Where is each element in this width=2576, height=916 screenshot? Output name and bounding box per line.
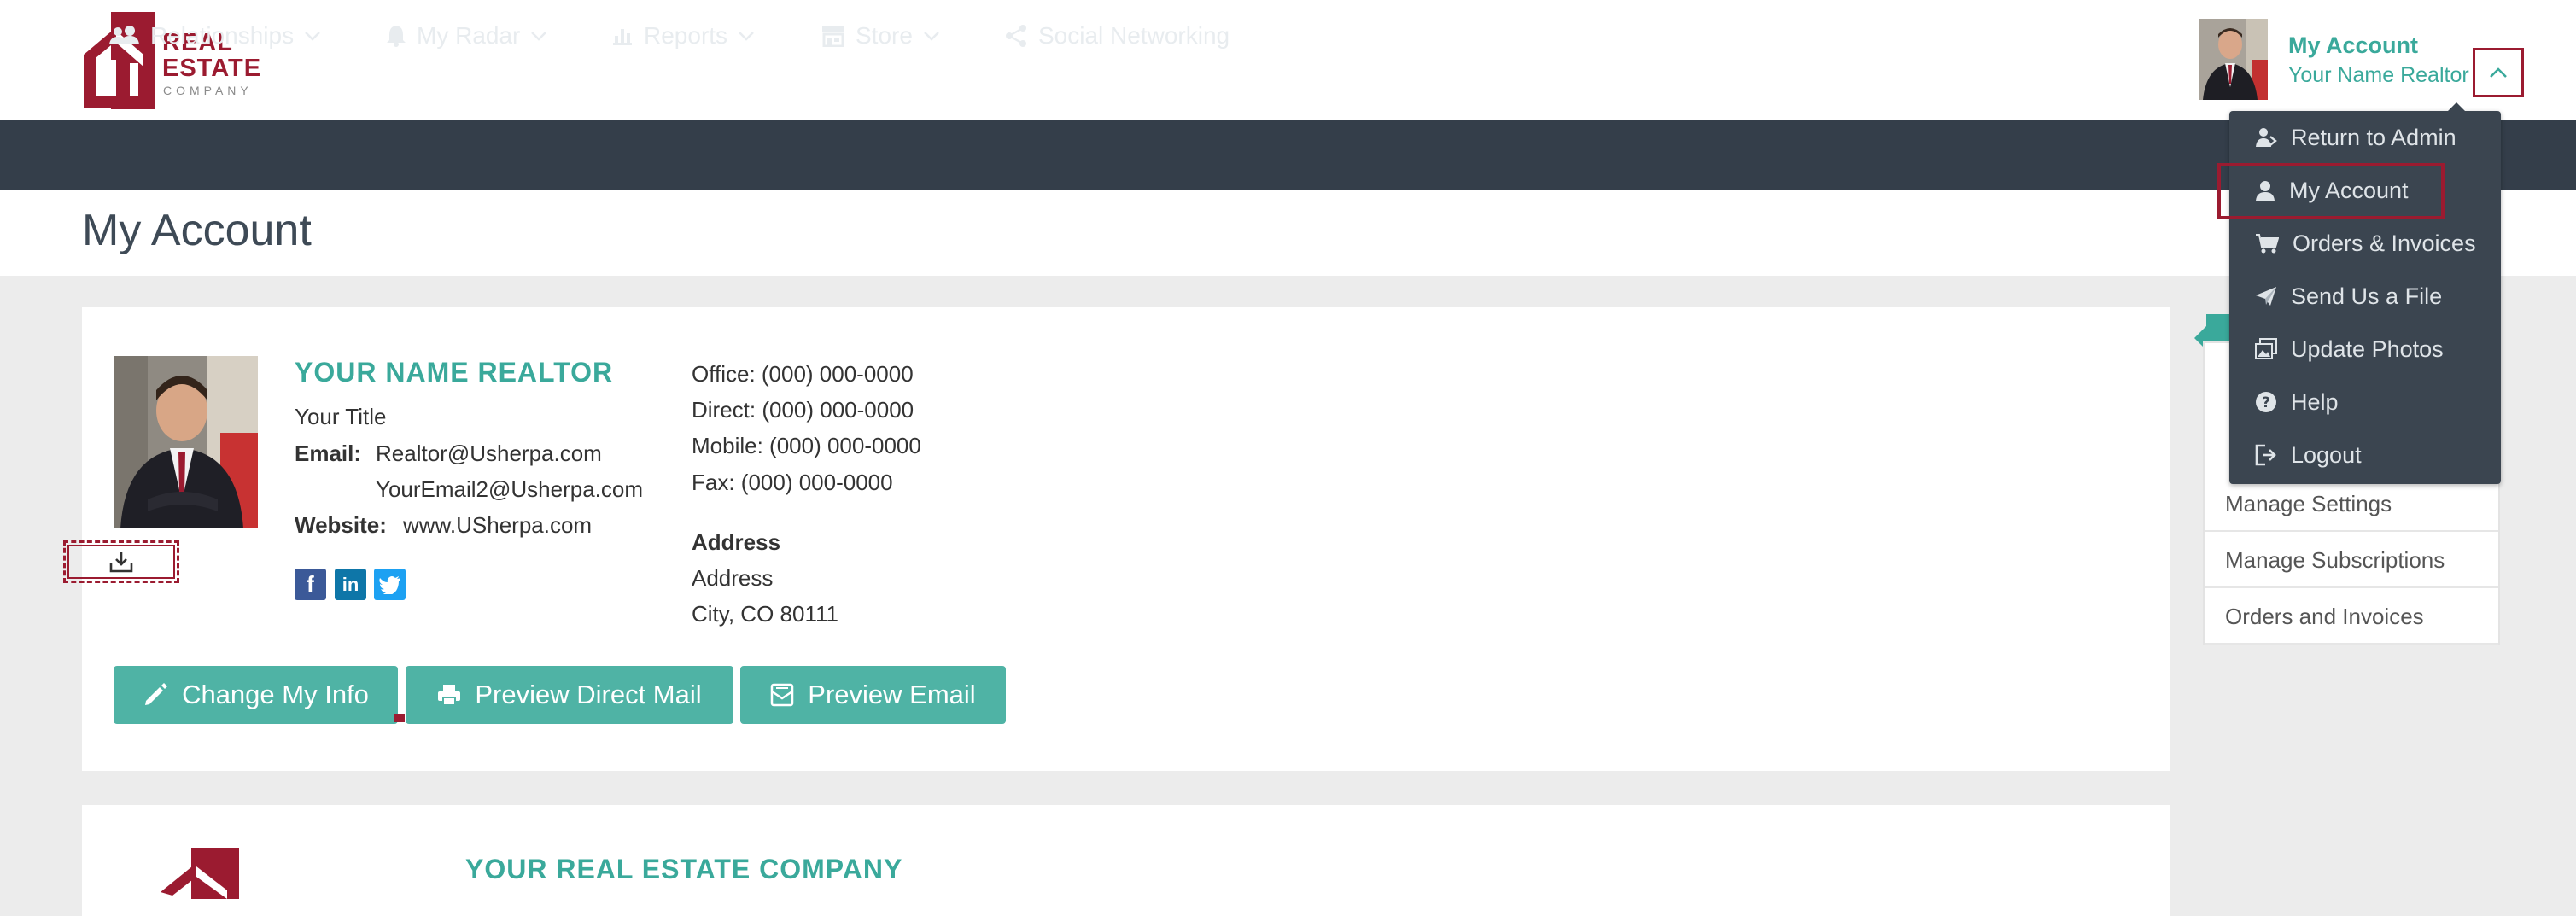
main-nav xyxy=(0,120,2576,190)
side-item-orders-and-invoices[interactable]: Orders and Invoices xyxy=(2205,590,2498,645)
menu-item-label: Send Us a File xyxy=(2291,283,2443,309)
pencil-icon xyxy=(145,683,168,705)
download-photo-button[interactable] xyxy=(63,540,179,583)
nav-reports-label: Reports xyxy=(644,21,728,49)
nav-social-networking[interactable]: Social Networking xyxy=(1004,0,1230,71)
nav-relationships-label: Relationships xyxy=(150,21,295,49)
email-secondary[interactable]: YourEmail2@Usherpa.com xyxy=(376,476,643,503)
linkedin-icon[interactable]: in xyxy=(335,569,366,600)
nav-reports[interactable]: Reports xyxy=(611,0,755,71)
website-label: Website: xyxy=(295,512,387,538)
help-icon: ? xyxy=(2256,392,2276,412)
download-icon xyxy=(109,552,133,573)
address-line1: Address xyxy=(692,565,774,591)
menu-item-label: Help xyxy=(2291,388,2339,415)
chevron-up-icon xyxy=(2490,67,2507,78)
menu-item-logout[interactable]: Logout xyxy=(2229,429,2501,481)
side-item-label: Manage Settings xyxy=(2225,490,2392,516)
address-heading: Address xyxy=(692,529,781,555)
logout-icon xyxy=(2255,444,2276,466)
company-card xyxy=(82,805,2170,916)
company-card-logo xyxy=(154,848,256,899)
menu-item-label: Orders & Invoices xyxy=(2293,230,2476,256)
nav-my-radar-label: My Radar xyxy=(417,21,521,49)
bell-icon xyxy=(387,25,406,47)
account-subtitle[interactable]: Your Name Realtor xyxy=(2288,63,2469,88)
realtor-title: Your Title xyxy=(295,404,387,429)
email-label: Email: xyxy=(295,440,362,466)
preview-direct-mail-button[interactable]: Preview Direct Mail xyxy=(406,666,733,724)
account-menu-toggle[interactable] xyxy=(2473,48,2524,97)
side-item-manage-subscriptions[interactable]: Manage Subscriptions xyxy=(2205,534,2498,588)
photos-icon xyxy=(2255,338,2277,359)
menu-item-return-to-admin[interactable]: Return to Admin xyxy=(2229,111,2501,164)
share-icon xyxy=(1006,24,1026,47)
menu-item-send-us-a-file[interactable]: Send Us a File xyxy=(2229,270,2501,323)
realtor-name: YOUR NAME REALTOR xyxy=(295,357,614,388)
chevron-down-icon xyxy=(739,31,754,41)
nav-my-radar[interactable]: My Radar xyxy=(386,0,547,71)
email-preview-icon xyxy=(771,683,794,707)
side-item-label: Orders and Invoices xyxy=(2225,603,2424,629)
change-my-info-button[interactable]: Change My Info xyxy=(114,666,398,724)
chevron-down-icon xyxy=(924,31,939,41)
menu-item-update-photos[interactable]: Update Photos xyxy=(2229,323,2501,376)
nav-social-networking-label: Social Networking xyxy=(1038,21,1230,49)
side-item-manage-settings[interactable]: Manage Settings xyxy=(2205,477,2498,532)
twitter-icon[interactable] xyxy=(374,569,406,600)
nav-store[interactable]: Store xyxy=(821,0,940,71)
side-item-label: Manage Subscriptions xyxy=(2225,546,2445,573)
printer-icon xyxy=(438,685,461,706)
user-return-icon xyxy=(2256,128,2277,147)
chevron-down-icon xyxy=(531,31,547,41)
preview-email-button[interactable]: Preview Email xyxy=(740,666,1006,724)
company-name: YOUR REAL ESTATE COMPANY xyxy=(465,854,903,884)
cart-icon xyxy=(2256,234,2279,254)
chevron-down-icon xyxy=(305,31,320,41)
menu-item-orders-invoices[interactable]: Orders & Invoices xyxy=(2229,217,2501,270)
menu-item-label: Return to Admin xyxy=(2291,124,2456,150)
phone-office: Office: (000) 000-0000 xyxy=(692,361,914,387)
send-icon xyxy=(2256,287,2276,306)
preview-email-label: Preview Email xyxy=(808,680,976,709)
profile-photo xyxy=(114,356,258,528)
preview-direct-mail-label: Preview Direct Mail xyxy=(475,680,702,709)
focus-marker xyxy=(394,714,405,722)
account-title[interactable]: My Account xyxy=(2288,32,2418,59)
account-avatar[interactable] xyxy=(2199,19,2268,100)
menu-item-help[interactable]: ? Help xyxy=(2229,376,2501,429)
menu-item-label: Update Photos xyxy=(2291,335,2444,362)
nav-store-label: Store xyxy=(856,21,913,49)
phone-direct: Direct: (000) 000-0000 xyxy=(692,397,914,423)
email-primary[interactable]: Realtor@Usherpa.com xyxy=(376,440,602,467)
bar-chart-icon xyxy=(613,28,632,45)
store-icon xyxy=(822,25,844,47)
logo-text-line3: COMPANY xyxy=(163,84,253,97)
page-title: My Account xyxy=(82,206,312,255)
nav-relationships[interactable]: Relationships xyxy=(109,0,321,71)
phone-fax: Fax: (000) 000-0000 xyxy=(692,470,893,495)
my-account-highlight xyxy=(2217,163,2445,219)
address-line2: City, CO 80111 xyxy=(692,601,838,627)
facebook-icon[interactable]: f xyxy=(295,569,326,600)
page-title-bar xyxy=(0,190,2576,276)
phone-mobile: Mobile: (000) 000-0000 xyxy=(692,433,921,458)
svg-text:?: ? xyxy=(2262,394,2270,411)
change-my-info-label: Change My Info xyxy=(182,680,369,709)
people-icon xyxy=(109,25,139,44)
website-link[interactable]: www.USherpa.com xyxy=(403,512,592,539)
menu-item-label: Logout xyxy=(2291,441,2362,468)
